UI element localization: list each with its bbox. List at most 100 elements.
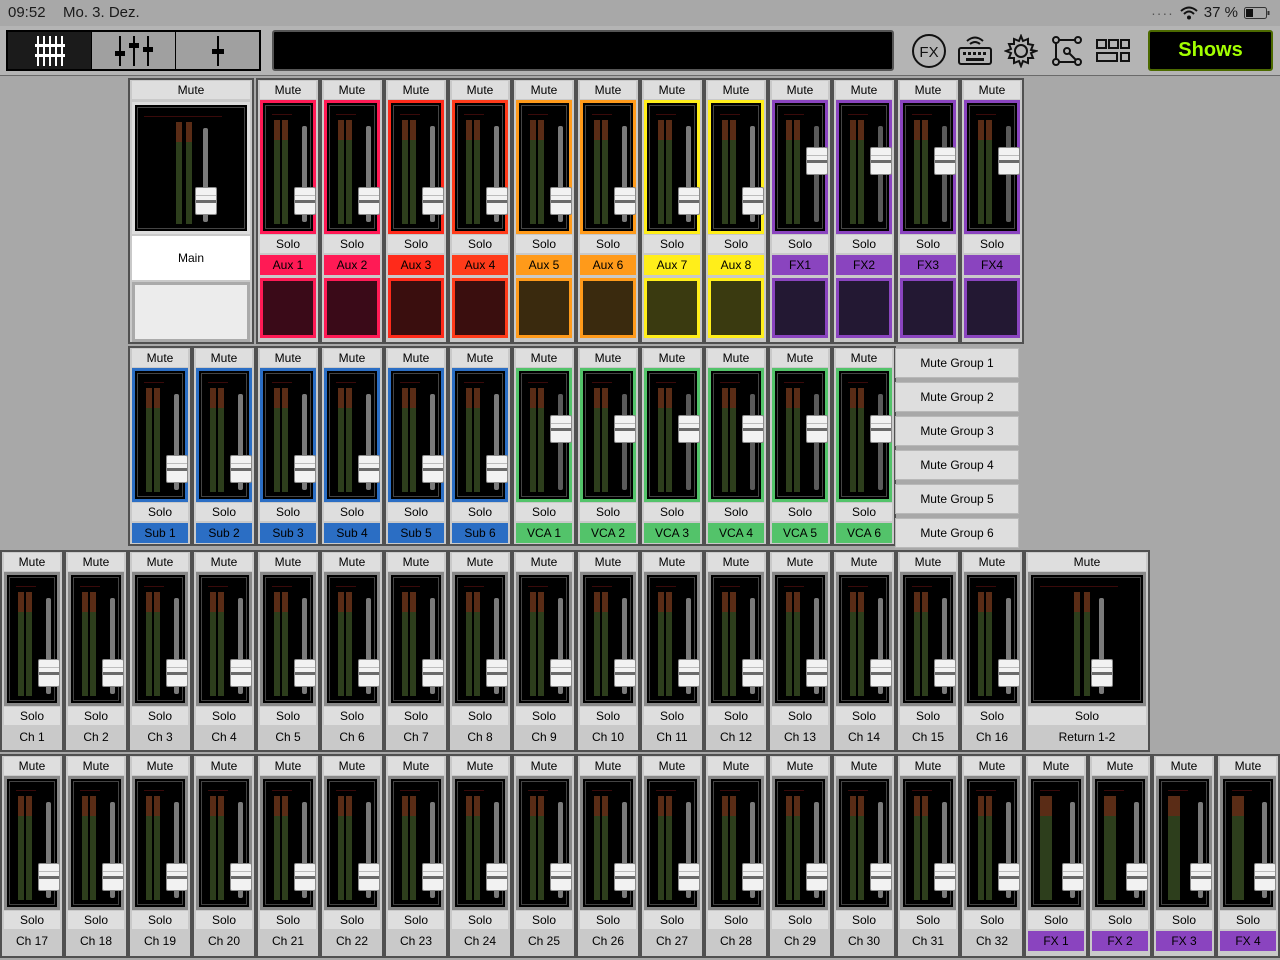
- channel-label[interactable]: Aux 5: [516, 255, 572, 275]
- fader-knob[interactable]: [422, 187, 444, 215]
- mute-button[interactable]: Mute: [324, 349, 380, 367]
- channel-label[interactable]: Ch 22: [324, 931, 380, 951]
- channel-label[interactable]: FX2: [836, 255, 892, 275]
- mute-button[interactable]: Mute: [900, 553, 956, 571]
- mute-button[interactable]: Mute: [516, 349, 572, 367]
- mute-button[interactable]: Mute: [836, 757, 892, 775]
- fader-knob[interactable]: [38, 863, 60, 891]
- mute-button[interactable]: Mute: [964, 757, 1020, 775]
- mute-button[interactable]: Mute: [644, 81, 700, 99]
- channel-label[interactable]: Ch 11: [644, 727, 700, 747]
- mute-button[interactable]: Mute: [452, 757, 508, 775]
- fader-knob[interactable]: [678, 415, 700, 443]
- solo-button[interactable]: Solo: [772, 911, 828, 929]
- solo-button[interactable]: Solo: [388, 911, 444, 929]
- solo-button[interactable]: Solo: [516, 707, 572, 725]
- channel-label[interactable]: Ch 18: [68, 931, 124, 951]
- fader-knob[interactable]: [358, 455, 380, 483]
- solo-button[interactable]: Solo: [196, 503, 252, 521]
- mute-button[interactable]: Mute: [964, 81, 1020, 99]
- solo-button[interactable]: Solo: [644, 235, 700, 253]
- solo-button[interactable]: Solo: [516, 911, 572, 929]
- aux-send-box[interactable]: [388, 278, 444, 338]
- solo-button[interactable]: Solo: [580, 911, 636, 929]
- channel-label[interactable]: VCA 5: [772, 523, 828, 543]
- fader-knob[interactable]: [1091, 659, 1113, 687]
- fader-knob[interactable]: [870, 415, 892, 443]
- fader-knob[interactable]: [742, 415, 764, 443]
- mute-button[interactable]: Mute: [132, 349, 188, 367]
- solo-button[interactable]: Solo: [324, 503, 380, 521]
- channel-label[interactable]: Aux 3: [388, 255, 444, 275]
- fader-knob[interactable]: [934, 659, 956, 687]
- channel-label[interactable]: Ch 24: [452, 931, 508, 951]
- mute-button[interactable]: Mute: [580, 81, 636, 99]
- fader-knob[interactable]: [806, 415, 828, 443]
- solo-button[interactable]: Solo: [260, 503, 316, 521]
- channel-label[interactable]: Ch 31: [900, 931, 956, 951]
- mute-button[interactable]: Mute: [772, 553, 828, 571]
- mute-group-button-2[interactable]: Mute Group 2: [895, 382, 1019, 412]
- channel-label[interactable]: Ch 7: [388, 727, 444, 747]
- solo-button[interactable]: Solo: [516, 235, 572, 253]
- solo-button[interactable]: Solo: [900, 911, 956, 929]
- fader-knob[interactable]: [614, 863, 636, 891]
- channel-label[interactable]: Ch 5: [260, 727, 316, 747]
- mute-button[interactable]: Mute: [68, 757, 124, 775]
- mute-button[interactable]: Mute: [388, 81, 444, 99]
- solo-button[interactable]: Solo: [900, 707, 956, 725]
- channel-label[interactable]: FX4: [964, 255, 1020, 275]
- fader-knob[interactable]: [934, 147, 956, 175]
- channel-label[interactable]: Sub 6: [452, 523, 508, 543]
- channel-label[interactable]: FX1: [772, 255, 828, 275]
- mute-button[interactable]: Mute: [1220, 757, 1276, 775]
- mute-button[interactable]: Mute: [132, 757, 188, 775]
- fader-knob[interactable]: [486, 187, 508, 215]
- channel-label[interactable]: Return 1-2: [1028, 727, 1146, 747]
- mute-button[interactable]: Mute: [260, 349, 316, 367]
- solo-button[interactable]: Solo: [324, 707, 380, 725]
- fader-knob[interactable]: [806, 863, 828, 891]
- channel-label[interactable]: Sub 1: [132, 523, 188, 543]
- channel-label[interactable]: Ch 6: [324, 727, 380, 747]
- mute-button[interactable]: Mute: [4, 757, 60, 775]
- fader-knob[interactable]: [486, 659, 508, 687]
- solo-button[interactable]: Solo: [580, 503, 636, 521]
- channel-label[interactable]: VCA 4: [708, 523, 764, 543]
- mute-button[interactable]: Mute: [836, 349, 892, 367]
- fader-knob[interactable]: [230, 455, 252, 483]
- mute-group-button-6[interactable]: Mute Group 6: [895, 518, 1019, 548]
- channel-label[interactable]: Aux 2: [324, 255, 380, 275]
- fader-knob[interactable]: [998, 659, 1020, 687]
- channel-label[interactable]: Ch 1: [4, 727, 60, 747]
- mute-button[interactable]: Mute: [644, 757, 700, 775]
- channel-label[interactable]: Ch 15: [900, 727, 956, 747]
- channel-label[interactable]: Aux 4: [452, 255, 508, 275]
- channel-label[interactable]: FX3: [900, 255, 956, 275]
- solo-button[interactable]: Solo: [1156, 911, 1212, 929]
- aux-send-box[interactable]: [324, 278, 380, 338]
- channel-label[interactable]: Aux 1: [260, 255, 316, 275]
- aux-send-box[interactable]: [516, 278, 572, 338]
- channel-label[interactable]: Ch 27: [644, 931, 700, 951]
- solo-button[interactable]: Solo: [68, 707, 124, 725]
- mute-button[interactable]: Mute: [260, 81, 316, 99]
- solo-button[interactable]: Solo: [516, 503, 572, 521]
- solo-button[interactable]: Solo: [260, 707, 316, 725]
- solo-button[interactable]: Solo: [708, 911, 764, 929]
- solo-button[interactable]: Solo: [708, 235, 764, 253]
- mute-button[interactable]: Mute: [772, 349, 828, 367]
- fader-knob[interactable]: [102, 659, 124, 687]
- mute-button[interactable]: Mute: [196, 553, 252, 571]
- fader-knob[interactable]: [934, 863, 956, 891]
- mute-button[interactable]: Mute: [1028, 757, 1084, 775]
- channel-label[interactable]: Ch 23: [388, 931, 444, 951]
- mute-group-button-1[interactable]: Mute Group 1: [895, 348, 1019, 378]
- solo-button[interactable]: Solo: [836, 707, 892, 725]
- fader-knob[interactable]: [806, 659, 828, 687]
- mute-button[interactable]: Mute: [708, 757, 764, 775]
- solo-button[interactable]: Solo: [1028, 911, 1084, 929]
- solo-button[interactable]: Solo: [1220, 911, 1276, 929]
- fader-knob[interactable]: [38, 659, 60, 687]
- channel-label[interactable]: VCA 3: [644, 523, 700, 543]
